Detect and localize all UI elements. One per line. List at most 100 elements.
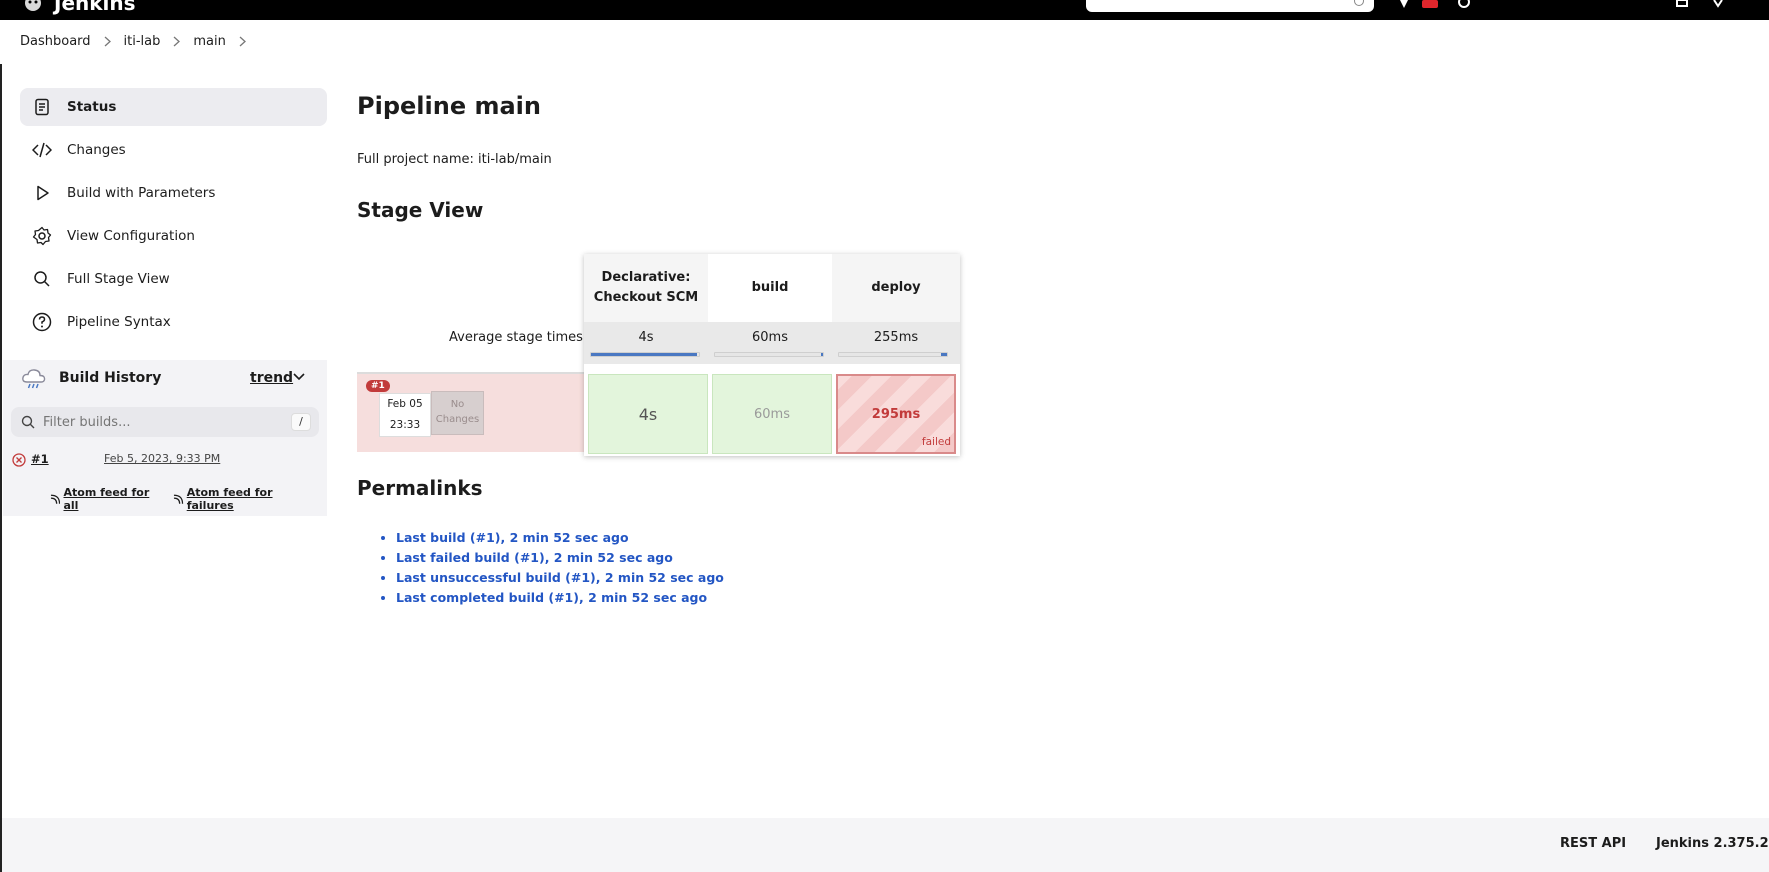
app-brand[interactable]: Jenkins xyxy=(54,0,136,15)
play-icon xyxy=(32,183,52,203)
avg-progress-bar xyxy=(838,352,948,357)
sidebar-item-changes[interactable]: Changes xyxy=(20,131,327,169)
full-project-name: Full project name: iti-lab/main xyxy=(357,152,552,167)
page-title: Pipeline main xyxy=(357,92,541,120)
top-header: Jenkins xyxy=(0,0,1769,20)
atom-feed-failures-link[interactable]: Atom feed for failures xyxy=(187,486,317,512)
avg-time: 255ms xyxy=(873,330,919,345)
stage-name: deploy xyxy=(871,280,921,295)
user-icon[interactable] xyxy=(1676,0,1688,8)
search-icon xyxy=(32,269,52,289)
avg-progress-bar xyxy=(590,352,700,357)
status-icon xyxy=(32,97,52,117)
rss-icon xyxy=(50,494,61,504)
stage-cell-build[interactable]: 60ms xyxy=(712,374,832,454)
avg-progress-bar xyxy=(714,352,824,357)
jenkins-logo-icon[interactable] xyxy=(20,0,46,12)
jenkins-version-link[interactable]: Jenkins 2.375.2 xyxy=(1656,836,1769,851)
run-changes-line2: Changes xyxy=(435,414,480,425)
build-history-header: Build History trend xyxy=(3,360,327,396)
stage-duration: 295ms xyxy=(871,406,921,422)
filter-builds-field[interactable]: / xyxy=(11,407,319,437)
avg-progress-fill xyxy=(821,353,823,356)
stage-duration: 60ms xyxy=(754,406,790,422)
weather-cloud-icon xyxy=(22,369,46,389)
logout-icon[interactable] xyxy=(1712,0,1724,8)
search-icon xyxy=(21,415,35,429)
keyboard-shortcut-hint: / xyxy=(291,413,311,431)
build-number-link[interactable]: #1 xyxy=(31,452,49,466)
permalink-item: Last build (#1), 2 min 52 sec ago xyxy=(396,528,724,548)
window-edge xyxy=(0,64,2,872)
permalinks-title: Permalinks xyxy=(357,476,483,500)
permalink-item: Last failed build (#1), 2 min 52 sec ago xyxy=(396,548,724,568)
permalink-item: Last unsuccessful build (#1), 2 min 52 s… xyxy=(396,568,724,588)
avg-cell-build: 60ms xyxy=(708,322,832,364)
atom-feeds: Atom feed for all Atom feed for failures xyxy=(50,486,327,512)
stage-cell-deploy[interactable]: 295ms failed xyxy=(836,374,956,454)
run-changes-line1: No xyxy=(450,399,465,410)
chevron-right-icon[interactable] xyxy=(239,36,246,47)
notification-badge[interactable] xyxy=(1422,0,1438,8)
code-icon xyxy=(32,140,52,160)
stage-name-line2: Checkout SCM xyxy=(593,290,699,305)
filter-builds-input[interactable] xyxy=(43,407,283,437)
global-search-input[interactable] xyxy=(1086,0,1374,12)
atom-feed-all-link[interactable]: Atom feed for all xyxy=(63,486,163,512)
stage-name-line1: Declarative: xyxy=(601,270,691,285)
help-icon xyxy=(32,312,52,332)
build-date-link[interactable]: Feb 5, 2023, 9:33 PM xyxy=(104,452,220,465)
build-history-panel: Build History trend / #1 Feb 5, 2023, 9:… xyxy=(3,360,327,516)
stage-view-title: Stage View xyxy=(357,198,484,222)
run-badge[interactable]: #1 xyxy=(366,380,390,392)
sidebar-item-label: Status xyxy=(67,99,117,115)
permalinks-list: Last build (#1), 2 min 52 sec ago Last f… xyxy=(381,528,724,608)
permalink-last-unsuccessful-build[interactable]: Last unsuccessful build (#1), 2 min 52 s… xyxy=(396,570,724,585)
failed-status-icon xyxy=(12,453,26,467)
sidebar-item-label: Build with Parameters xyxy=(67,185,216,201)
build-row[interactable]: #1 Feb 5, 2023, 9:33 PM xyxy=(3,450,327,470)
sidebar-item-view-configuration[interactable]: View Configuration xyxy=(20,217,327,255)
security-icon[interactable] xyxy=(1458,0,1470,8)
stage-duration: 4s xyxy=(638,404,658,424)
sidebar-item-status[interactable]: Status xyxy=(20,88,327,126)
help-icon[interactable] xyxy=(1354,0,1364,6)
avg-progress-fill xyxy=(591,353,697,356)
sidebar-item-pipeline-syntax[interactable]: Pipeline Syntax xyxy=(20,303,327,341)
chevron-down-icon[interactable] xyxy=(293,372,305,382)
page-footer: REST API Jenkins 2.375.2 xyxy=(2,818,1769,872)
breadcrumb: Dashboard iti-lab main xyxy=(20,34,259,49)
trend-link[interactable]: trend xyxy=(250,370,293,386)
avg-time: 4s xyxy=(638,330,654,345)
permalink-last-completed-build[interactable]: Last completed build (#1), 2 min 52 sec … xyxy=(396,590,707,605)
run-date[interactable]: Feb 05 23:33 xyxy=(379,393,431,437)
average-stage-times-label: Average stage times: xyxy=(449,330,588,345)
average-times-row: 4s 60ms 255ms xyxy=(584,322,960,364)
sidebar-item-label: Changes xyxy=(67,142,126,158)
rss-icon xyxy=(174,494,184,504)
sidebar-item-label: Pipeline Syntax xyxy=(67,314,171,330)
sidebar-item-full-stage-view[interactable]: Full Stage View xyxy=(20,260,327,298)
side-panel: Status Changes Build with Parameters Vie… xyxy=(20,88,327,346)
rest-api-link[interactable]: REST API xyxy=(1560,836,1626,851)
permalink-last-failed-build[interactable]: Last failed build (#1), 2 min 52 sec ago xyxy=(396,550,673,565)
permalink-last-build[interactable]: Last build (#1), 2 min 52 sec ago xyxy=(396,530,629,545)
chevron-right-icon xyxy=(173,36,181,47)
breadcrumb-dashboard[interactable]: Dashboard xyxy=(20,34,91,49)
avg-progress-fill xyxy=(941,353,947,356)
chevron-right-icon xyxy=(104,36,111,47)
stage-cell-checkout-scm[interactable]: 4s xyxy=(588,374,708,454)
breadcrumb-main[interactable]: main xyxy=(193,34,225,49)
sidebar-item-build-with-parameters[interactable]: Build with Parameters xyxy=(20,174,327,212)
stage-header-checkout-scm[interactable]: Declarative: Checkout SCM xyxy=(584,254,708,322)
avg-cell-checkout-scm: 4s xyxy=(584,322,708,364)
shield-icon[interactable] xyxy=(1398,0,1410,8)
permalink-item: Last completed build (#1), 2 min 52 sec … xyxy=(396,588,724,608)
run-date-time: 23:33 xyxy=(389,419,421,431)
stage-header-deploy[interactable]: deploy xyxy=(832,254,960,322)
gear-icon xyxy=(32,226,52,246)
stage-header-build[interactable]: build xyxy=(708,254,832,322)
failed-flag: failed xyxy=(921,436,951,448)
breadcrumb-iti-lab[interactable]: iti-lab xyxy=(124,34,161,49)
avg-cell-deploy: 255ms xyxy=(832,322,960,364)
